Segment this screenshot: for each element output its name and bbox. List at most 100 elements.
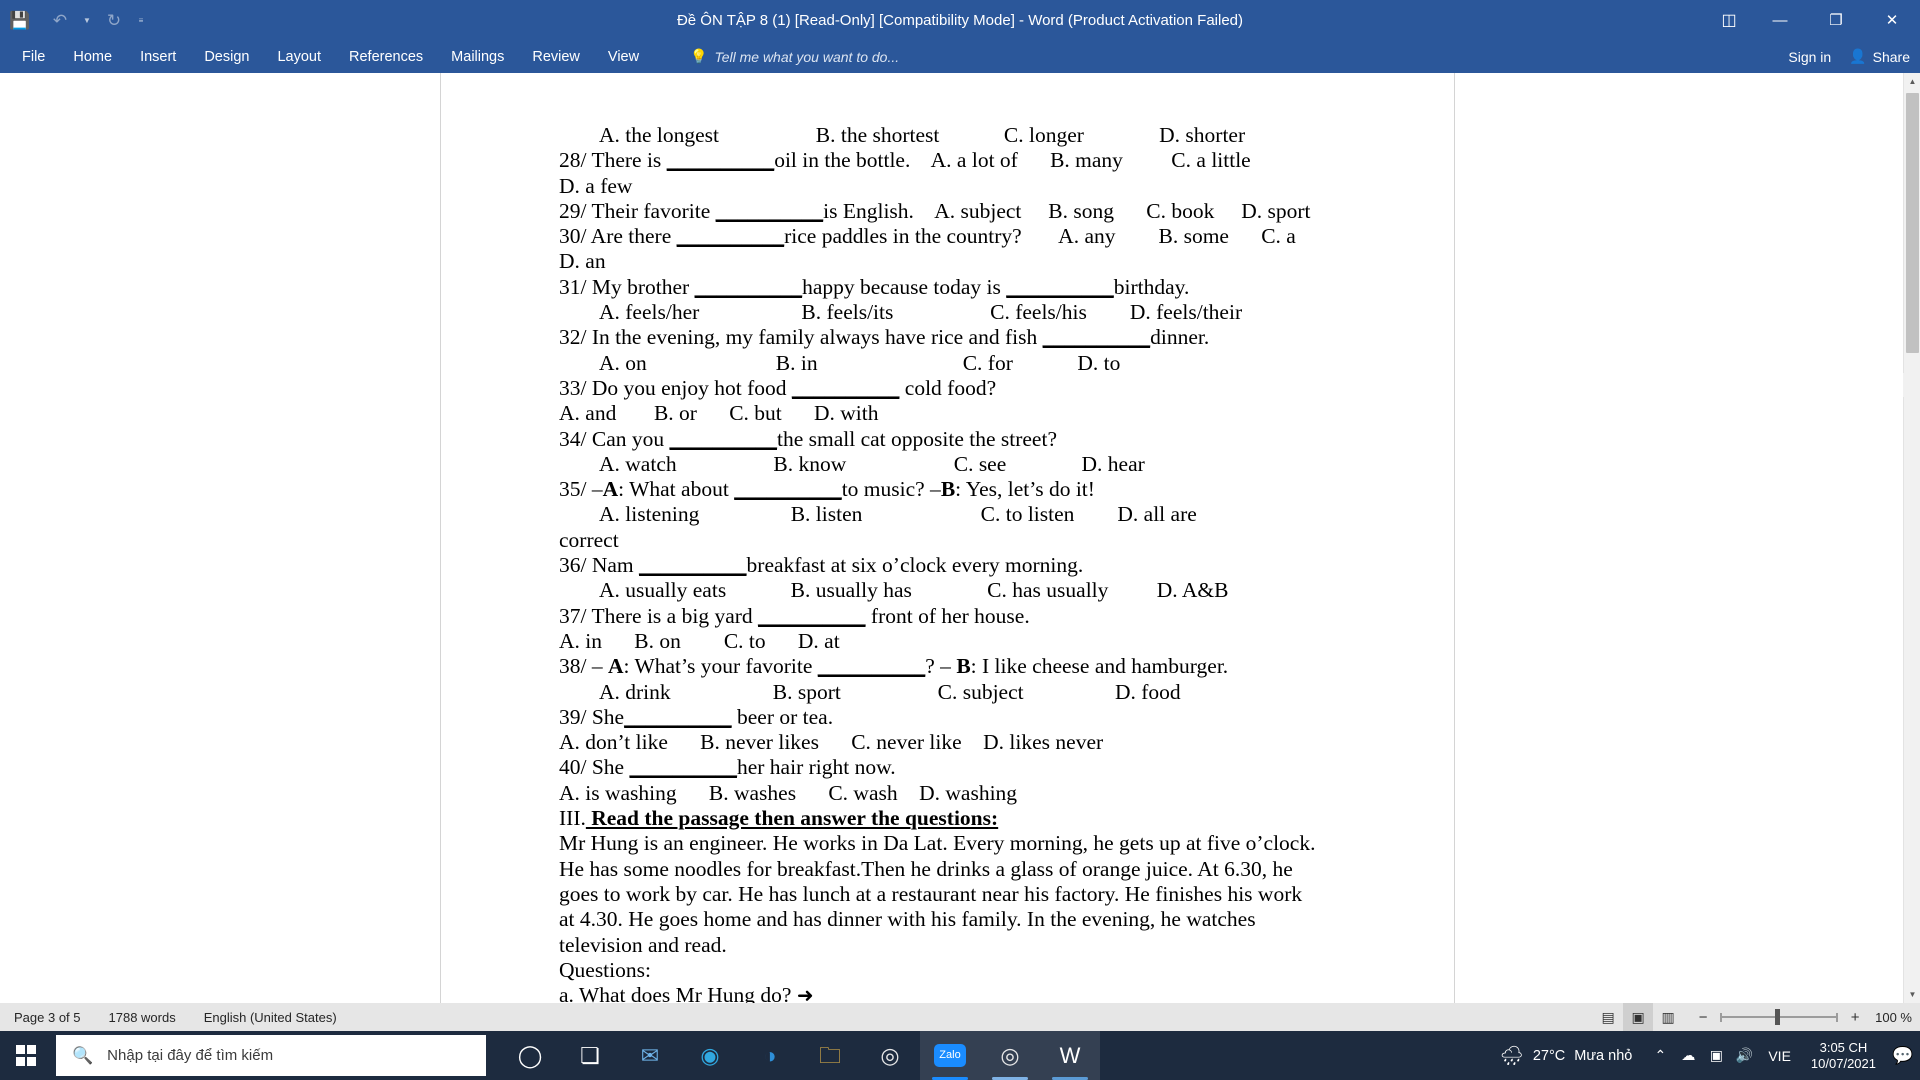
vertical-scrollbar[interactable]: ▲ ▼ — [1903, 73, 1920, 1003]
start-button[interactable] — [0, 1031, 52, 1080]
rain-cloud-icon: 🌧 — [1499, 1045, 1524, 1067]
status-bar-left: Page 3 of 5 1788 words English (United S… — [0, 1003, 351, 1031]
close-icon[interactable]: ✕ — [1864, 0, 1920, 40]
document-line: 36/ Nam __________breakfast at six o’clo… — [559, 553, 1084, 578]
microsoft-edge-icon[interactable]: ◉ — [680, 1031, 740, 1080]
tab-view[interactable]: View — [594, 40, 653, 73]
action-center-icon[interactable]: 💬 — [1886, 1031, 1920, 1080]
onedrive-icon[interactable]: ☁ — [1674, 1031, 1702, 1080]
zoom-tick-max — [1836, 1012, 1839, 1022]
web-layout-view-icon[interactable]: ▥ — [1653, 1003, 1683, 1031]
word-count[interactable]: 1788 words — [95, 1003, 190, 1031]
status-bar: Page 3 of 5 1788 words English (United S… — [0, 1003, 1920, 1031]
zalo-icon[interactable]: Zalo — [920, 1031, 980, 1080]
zoom-tick-min — [1720, 1012, 1723, 1022]
split-window-handle[interactable] — [1903, 373, 1920, 397]
search-icon: 🔍 — [72, 1045, 94, 1065]
taskbar: 🔍 Nhập tại đây để tìm kiếm ◯ ❏ ✉ ◉ ◑ 🗀 ◎ Zalo ◎ W… — [0, 1031, 1920, 1080]
volume-icon[interactable]: 🔊 — [1730, 1031, 1758, 1080]
document-line: 34/ Can you __________the small cat oppo… — [559, 426, 1057, 451]
share-button[interactable]: 👤 Share — [1849, 48, 1910, 65]
document-line: 39/ She__________ beer or tea. — [559, 704, 834, 729]
zoom-control: − + — [1695, 1003, 1863, 1031]
document-line: 32/ In the evening, my family always hav… — [559, 325, 1210, 350]
tab-insert[interactable]: Insert — [126, 40, 190, 73]
zoom-in-button[interactable]: + — [1847, 1009, 1863, 1026]
microsoft-word-icon[interactable]: W — [1040, 1031, 1100, 1080]
weather-condition: Mưa nhỏ — [1574, 1047, 1633, 1064]
language-indicator[interactable]: English (United States) — [190, 1003, 351, 1031]
zoom-slider-thumb[interactable] — [1775, 1009, 1781, 1025]
tell-me-search[interactable]: 💡 Tell me what you want to do... — [690, 40, 899, 73]
cortana-icon-glyph: ◯ — [517, 1042, 543, 1068]
mail-icon[interactable]: ✉ — [620, 1031, 680, 1080]
tab-references[interactable]: References — [335, 40, 437, 73]
zoom-slider[interactable] — [1720, 1003, 1839, 1031]
document-page[interactable]: A. the longest B. the shortest C. longer… — [440, 73, 1455, 1007]
system-tray: 🌧 27°C Mưa nhỏ ⌃ ☁ ▣ 🔊 VIE 3:05 CH 10/07… — [1500, 1031, 1920, 1080]
document-line: A. the longest B. the shortest C. longer… — [599, 123, 1246, 147]
browser-icon[interactable]: ◑ — [740, 1031, 800, 1080]
document-line: A. drink B. sport C. subject D. food — [599, 679, 1181, 704]
clock-date: 10/07/2021 — [1810, 1055, 1876, 1071]
microsoft-word-icon-glyph: W — [1059, 1042, 1081, 1068]
task-view-icon[interactable]: ❏ — [560, 1031, 620, 1080]
document-line: 33/ Do you enjoy hot food __________ col… — [559, 375, 997, 400]
scroll-down-icon[interactable]: ▼ — [1904, 986, 1920, 1003]
minimize-icon[interactable]: — — [1752, 0, 1808, 40]
document-line: A. listening B. listen C. to listen D. a… — [599, 502, 1197, 527]
show-hidden-icons-icon[interactable]: ⌃ — [1646, 1031, 1674, 1080]
zoom-out-button[interactable]: − — [1695, 1009, 1711, 1026]
document-line: A. usually eats B. usually has C. has us… — [599, 578, 1229, 603]
document-line: 38/ – A: What’s your favorite __________… — [559, 654, 1229, 679]
print-layout-view-icon[interactable]: ▣ — [1623, 1003, 1654, 1031]
task-view-icon-glyph: ❏ — [580, 1042, 600, 1068]
weather-widget[interactable]: 🌧 27°C Mưa nhỏ — [1500, 1044, 1647, 1068]
ribbon-right-actions: Sign in 👤 Share — [1788, 40, 1910, 73]
sign-in-button[interactable]: Sign in — [1788, 49, 1831, 65]
document-line: 31/ My brother __________happy because t… — [559, 274, 1190, 299]
tab-home[interactable]: Home — [59, 40, 126, 73]
document-line: He has some noodles for breakfast.Then h… — [559, 856, 1293, 881]
taskbar-clock[interactable]: 3:05 CH 10/07/2021 — [1801, 1040, 1886, 1072]
cortana-icon[interactable]: ◯ — [500, 1031, 560, 1080]
file-explorer-icon-glyph: 🗀 — [818, 1042, 841, 1068]
ribbon-display-options-icon[interactable]: ◫ — [1706, 0, 1752, 40]
document-line: correct — [559, 527, 619, 552]
window-controls: ◫ — ❐ ✕ — [1706, 0, 1920, 40]
page-indicator[interactable]: Page 3 of 5 — [0, 1003, 95, 1031]
document-line: 35/ –A: What about __________to music? –… — [559, 477, 1095, 502]
status-bar-right: ▤ ▣ ▥ − + 100 % — [1593, 1003, 1912, 1031]
windows-logo-icon — [15, 1045, 37, 1066]
document-line: A. don’t like B. never likes C. never li… — [559, 730, 1104, 755]
scroll-up-icon[interactable]: ▲ — [1904, 73, 1920, 90]
zoom-level-label[interactable]: 100 % — [1875, 1010, 1912, 1025]
google-chrome-window-icon[interactable]: ◎ — [980, 1031, 1040, 1080]
microsoft-edge-icon-glyph: ◉ — [700, 1042, 720, 1068]
document-body[interactable]: A. the longest B. the shortest C. longer… — [559, 123, 1359, 1008]
file-explorer-icon[interactable]: 🗀 — [800, 1031, 860, 1080]
unikey-icon[interactable]: ▣ — [1702, 1031, 1730, 1080]
tab-review[interactable]: Review — [518, 40, 594, 73]
google-chrome-icon[interactable]: ◎ — [860, 1031, 920, 1080]
tab-design[interactable]: Design — [190, 40, 263, 73]
lightbulb-icon: 💡 — [690, 48, 708, 64]
document-line: television and read. — [559, 932, 727, 957]
tab-mailings[interactable]: Mailings — [437, 40, 518, 73]
document-line: 28/ There is __________oil in the bottle… — [559, 148, 1251, 173]
restore-icon[interactable]: ❐ — [1808, 0, 1864, 40]
clock-time: 3:05 CH — [1819, 1039, 1868, 1055]
read-mode-view-icon[interactable]: ▤ — [1593, 1003, 1623, 1031]
tab-layout[interactable]: Layout — [263, 40, 335, 73]
weather-temperature: 27°C — [1532, 1047, 1566, 1064]
language-indicator-taskbar[interactable]: VIE — [1758, 1048, 1801, 1064]
taskbar-search-box[interactable]: 🔍 Nhập tại đây để tìm kiếm — [56, 1035, 486, 1076]
ribbon-tab-bar: File Home Insert Design Layout Reference… — [0, 40, 1920, 73]
ribbon-tabs: File Home Insert Design Layout Reference… — [8, 40, 653, 73]
document-line: A. in B. on C. to D. at — [559, 628, 840, 653]
mail-icon-glyph: ✉ — [640, 1042, 660, 1068]
scrollbar-thumb[interactable] — [1906, 93, 1919, 353]
document-line: 30/ Are there __________rice paddles in … — [559, 224, 1296, 249]
tab-file[interactable]: File — [8, 40, 59, 73]
title-bar: 💾 ↶ ▼ ↻ ≡ Đề ÔN TẬP 8 (1) [Read-Only] [C… — [0, 0, 1920, 40]
